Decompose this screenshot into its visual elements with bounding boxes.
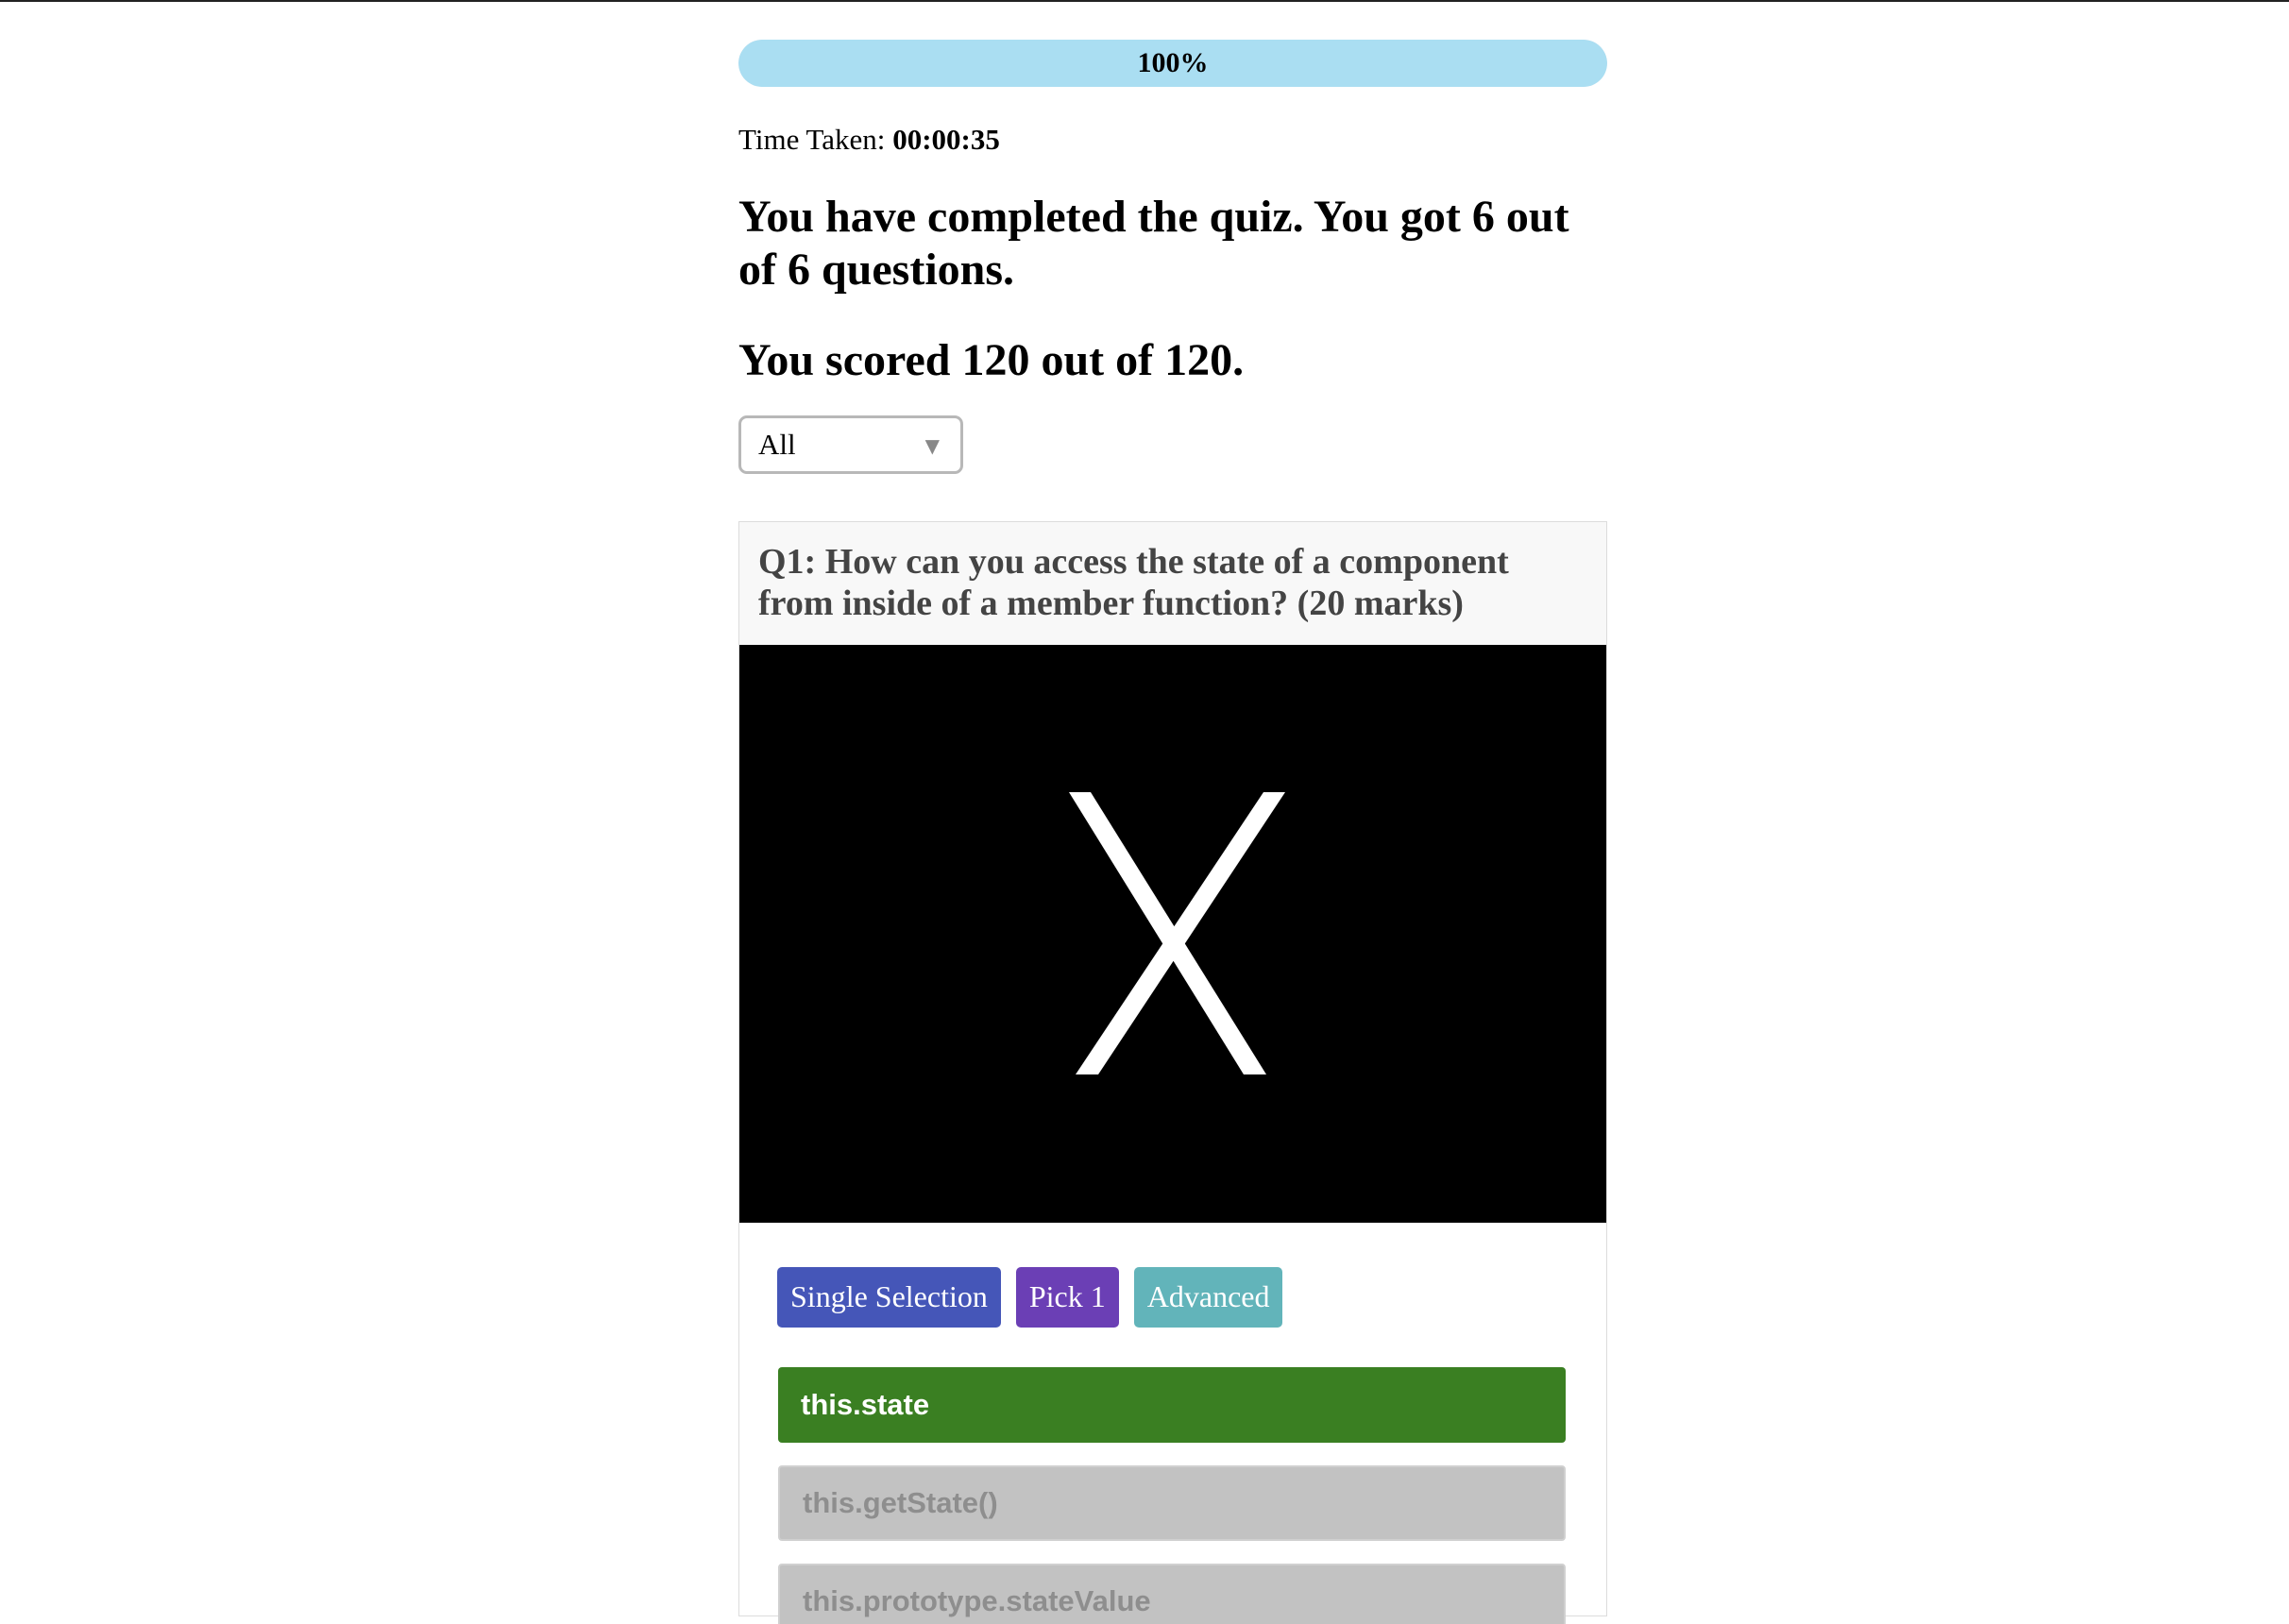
answer-option[interactable]: this.getState() [778, 1465, 1566, 1541]
question-card: Q1: How can you access the state of a co… [738, 521, 1607, 1624]
time-taken: Time Taken: 00:00:35 [738, 121, 1607, 159]
question-title: Q1: How can you access the state of a co… [739, 522, 1606, 645]
top-border [0, 0, 2289, 2]
completion-message: You have completed the quiz. You got 6 o… [738, 192, 1569, 295]
time-taken-label: Time Taken: [738, 123, 886, 156]
progress-label: 100% [1137, 47, 1209, 78]
progress-bar: 100% [738, 40, 1607, 87]
time-taken-value: 00:00:35 [892, 123, 1000, 156]
chevron-down-icon: ▼ [924, 434, 940, 457]
answer-option[interactable]: this.prototype.stateValue [778, 1564, 1566, 1624]
answer-option-correct[interactable]: this.state [778, 1367, 1566, 1443]
question-image [739, 645, 1606, 1223]
tag-difficulty: Advanced [1133, 1267, 1283, 1328]
score-message: You scored 120 out of 120. [738, 335, 1245, 385]
results-filter-select[interactable]: All ▼ [738, 415, 963, 474]
question-tags: Single Selection Pick 1 Advanced [739, 1223, 1606, 1328]
answer-options: this.state this.getState() this.prototyp… [739, 1328, 1606, 1624]
tag-question-type: Single Selection [777, 1267, 1001, 1328]
x-image-icon [1069, 792, 1285, 1074]
quiz-result-container: 100% Time Taken: 00:00:35 You have compl… [738, 40, 1607, 1624]
filter-selected-value: All [758, 428, 796, 461]
tag-pick-count: Pick 1 [1015, 1267, 1119, 1328]
